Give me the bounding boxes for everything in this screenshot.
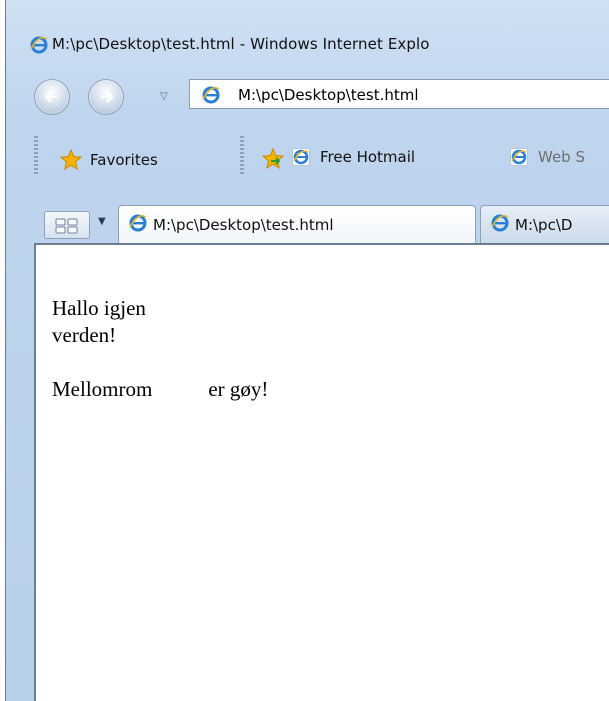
paragraph-2: Mellomrom er gøy! (52, 376, 268, 403)
ie-page-icon (202, 86, 220, 108)
favorites-label: Favorites (90, 151, 158, 169)
recent-pages-dropdown-icon[interactable]: ▽ (160, 91, 168, 102)
favorite-link-web-slice[interactable]: Web S (510, 148, 585, 166)
tab-second[interactable]: M:\pc\D (480, 205, 609, 243)
forward-arrow-icon (101, 91, 114, 103)
toolbar-grip-2[interactable] (240, 136, 244, 176)
quick-tabs-grid-icon (55, 218, 78, 234)
tab-list-dropdown-icon[interactable]: ▼ (98, 216, 106, 227)
ie-page-icon (510, 148, 528, 166)
favorite-link-label: Free Hotmail (320, 148, 416, 166)
add-to-favorites-bar-icon[interactable] (261, 147, 285, 174)
text-line: Hallo igjen (52, 296, 146, 320)
text-line: verden! (52, 323, 117, 347)
toolbar-grip[interactable] (34, 136, 38, 176)
favorite-link-free-hotmail[interactable]: Free Hotmail (292, 148, 415, 166)
text-word: Mellomrom (52, 377, 153, 401)
page-content: Hallo igjen verden! Mellomrom er gøy! (52, 295, 268, 430)
favorites-star-icon (60, 149, 82, 171)
tab-label: M:\pc\D (515, 215, 573, 234)
paragraph-1: Hallo igjen verden! (52, 295, 268, 349)
browser-window: M:\pc\Desktop\test.html - Windows Intern… (0, 0, 609, 701)
tab-test-html[interactable]: M:\pc\Desktop\test.html (118, 205, 476, 243)
quick-tabs-button[interactable] (44, 211, 90, 239)
forward-button[interactable] (88, 79, 124, 115)
ie-logo-icon (30, 36, 48, 58)
ie-logo-icon (129, 214, 147, 236)
address-bar[interactable]: M:\pc\Desktop\test.html (189, 79, 609, 109)
favorite-link-label: Web S (538, 148, 585, 166)
ie-page-icon (292, 148, 310, 166)
address-url[interactable]: M:\pc\Desktop\test.html (238, 86, 419, 104)
window-title: M:\pc\Desktop\test.html - Windows Intern… (52, 35, 430, 53)
back-button[interactable] (34, 79, 70, 115)
ie-logo-icon (491, 214, 509, 236)
tab-label: M:\pc\Desktop\test.html (153, 215, 334, 234)
back-arrow-icon (44, 91, 57, 103)
text-word: er gøy! (208, 377, 269, 401)
favorites-button[interactable]: Favorites (60, 146, 158, 174)
